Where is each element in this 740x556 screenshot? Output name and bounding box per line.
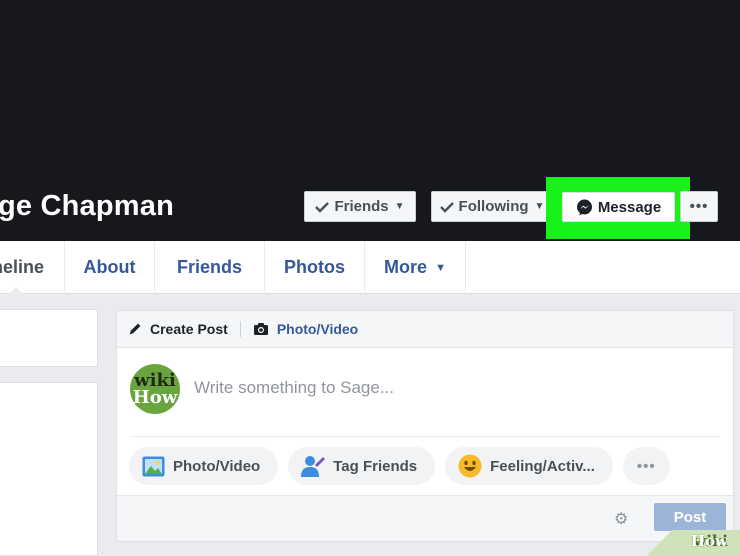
- photo-video-tab-label: Photo/Video: [276, 321, 359, 337]
- post-composer: Create Post Photo/Video wiki How Write s…: [116, 310, 734, 542]
- check-icon: [315, 201, 330, 213]
- following-button[interactable]: Following ▼: [431, 191, 553, 222]
- create-post-label: Create Post: [150, 321, 228, 337]
- camera-icon: [253, 323, 268, 335]
- friends-button-label: Friends: [334, 198, 389, 215]
- cover-photo: ge Chapman Friends ▼ Following ▼ Message…: [0, 0, 740, 241]
- friends-button[interactable]: Friends ▼: [304, 191, 416, 222]
- left-column-card: [0, 309, 98, 367]
- tab-friends-label: Friends: [176, 257, 242, 277]
- more-dots-icon: •••: [636, 457, 656, 475]
- create-post-tab[interactable]: Create Post: [128, 321, 228, 337]
- tag-friends-icon: [301, 456, 326, 477]
- following-button-label: Following: [458, 198, 529, 215]
- tab-more[interactable]: More ▼: [365, 241, 466, 294]
- tab-about-label: About: [83, 257, 136, 277]
- composer-actions: Photo/Video Tag Friends Feeling/Activ...…: [117, 437, 733, 495]
- message-button[interactable]: Message: [562, 192, 675, 222]
- caret-down-icon: ▼: [435, 261, 446, 274]
- left-column-card: [0, 382, 98, 556]
- avatar-text-bottom: How: [132, 386, 178, 408]
- pencil-icon: [129, 323, 141, 335]
- photo-video-action[interactable]: Photo/Video: [129, 447, 279, 485]
- profile-tabs: neline About Friends Photos More ▼: [0, 241, 740, 294]
- composer-placeholder[interactable]: Write something to Sage...: [194, 378, 394, 398]
- tag-friends-action-label: Tag Friends: [333, 457, 418, 475]
- tag-friends-action[interactable]: Tag Friends: [288, 447, 436, 485]
- feeling-activity-action-label: Feeling/Activ...: [490, 457, 595, 475]
- tab-timeline-label: neline: [0, 257, 44, 277]
- post-button[interactable]: Post: [654, 503, 726, 531]
- avatar: wiki How: [130, 364, 180, 414]
- message-button-label: Message: [597, 198, 662, 216]
- composer-footer: ⚙ Post: [117, 495, 733, 541]
- tab-photos-label: Photos: [284, 257, 345, 277]
- more-actions-button[interactable]: •••: [622, 447, 670, 485]
- caret-down-icon: ▼: [534, 201, 545, 212]
- tab-about[interactable]: About: [65, 241, 155, 294]
- watermark-part2: How: [690, 532, 728, 550]
- feeling-activity-action[interactable]: Feeling/Activ...: [445, 447, 613, 485]
- more-options-button[interactable]: •••: [680, 191, 718, 222]
- composer-input-area[interactable]: wiki How Write something to Sage...: [117, 348, 733, 436]
- header-divider: [239, 321, 241, 337]
- check-icon: [439, 201, 454, 213]
- photo-video-action-label: Photo/Video: [173, 457, 261, 475]
- gear-icon[interactable]: ⚙: [614, 509, 628, 529]
- more-dots-icon: •••: [689, 198, 709, 215]
- tab-more-label: More: [384, 257, 428, 277]
- tab-photos[interactable]: Photos: [265, 241, 365, 294]
- photo-video-tab[interactable]: Photo/Video: [253, 321, 358, 337]
- wikihow-watermark: wiki How: [648, 530, 740, 556]
- caret-down-icon: ▼: [394, 201, 405, 212]
- messenger-icon: [576, 199, 592, 215]
- composer-header: Create Post Photo/Video: [117, 311, 733, 348]
- photo-icon: [142, 456, 165, 476]
- tab-friends[interactable]: Friends: [155, 241, 265, 294]
- smiley-icon: [458, 454, 482, 478]
- tab-timeline[interactable]: neline: [0, 241, 65, 294]
- profile-name[interactable]: ge Chapman: [0, 190, 174, 223]
